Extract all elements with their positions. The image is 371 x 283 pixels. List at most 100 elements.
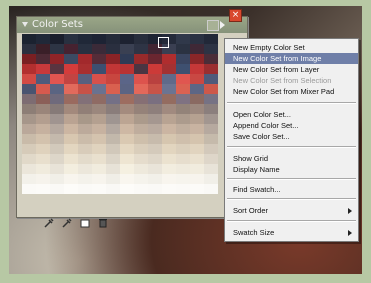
color-swatch[interactable] bbox=[92, 154, 106, 164]
color-swatch[interactable] bbox=[106, 104, 120, 114]
color-swatch[interactable] bbox=[22, 84, 36, 94]
color-swatch[interactable] bbox=[176, 164, 190, 174]
color-swatch[interactable] bbox=[92, 144, 106, 154]
color-swatch[interactable] bbox=[64, 124, 78, 134]
color-swatch[interactable] bbox=[64, 164, 78, 174]
color-swatch[interactable] bbox=[120, 94, 134, 104]
color-swatch[interactable] bbox=[50, 184, 64, 194]
color-swatch[interactable] bbox=[106, 54, 120, 64]
color-swatch[interactable] bbox=[78, 164, 92, 174]
color-swatch[interactable] bbox=[162, 174, 176, 184]
color-swatch[interactable] bbox=[162, 64, 176, 74]
color-swatch[interactable] bbox=[120, 34, 134, 44]
color-swatch[interactable] bbox=[148, 184, 162, 194]
color-swatch[interactable] bbox=[92, 54, 106, 64]
color-swatch[interactable] bbox=[22, 44, 36, 54]
color-swatch[interactable] bbox=[190, 154, 204, 164]
color-swatch[interactable] bbox=[120, 124, 134, 134]
color-swatch[interactable] bbox=[162, 164, 176, 174]
color-swatch[interactable] bbox=[22, 54, 36, 64]
color-swatch[interactable] bbox=[36, 114, 50, 124]
color-swatch[interactable] bbox=[134, 154, 148, 164]
color-swatch[interactable] bbox=[148, 84, 162, 94]
color-swatch-grid[interactable] bbox=[22, 34, 218, 194]
color-swatch[interactable] bbox=[78, 184, 92, 194]
color-swatch[interactable] bbox=[22, 184, 36, 194]
color-swatch[interactable] bbox=[50, 104, 64, 114]
color-swatch[interactable] bbox=[22, 74, 36, 84]
menu-item-new-empty-color-set[interactable]: New Empty Color Set bbox=[225, 42, 358, 53]
close-button[interactable]: × bbox=[229, 9, 242, 22]
color-swatch[interactable] bbox=[176, 154, 190, 164]
color-swatch[interactable] bbox=[78, 104, 92, 114]
color-swatch[interactable] bbox=[134, 184, 148, 194]
color-swatch[interactable] bbox=[204, 134, 218, 144]
color-swatch[interactable] bbox=[190, 184, 204, 194]
panel-title-bar[interactable]: Color Sets bbox=[17, 17, 247, 33]
color-swatch[interactable] bbox=[148, 94, 162, 104]
color-swatch[interactable] bbox=[78, 44, 92, 54]
eyedropper-icon[interactable] bbox=[61, 217, 73, 229]
color-swatch[interactable] bbox=[190, 164, 204, 174]
color-swatch[interactable] bbox=[50, 34, 64, 44]
color-swatch[interactable] bbox=[36, 64, 50, 74]
color-swatch[interactable] bbox=[64, 34, 78, 44]
color-swatch[interactable] bbox=[22, 34, 36, 44]
color-swatch[interactable] bbox=[204, 154, 218, 164]
color-swatch[interactable] bbox=[64, 154, 78, 164]
color-swatch[interactable] bbox=[50, 84, 64, 94]
color-swatch[interactable] bbox=[78, 134, 92, 144]
color-swatch[interactable] bbox=[36, 134, 50, 144]
color-swatch[interactable] bbox=[134, 124, 148, 134]
new-swatch-icon[interactable] bbox=[79, 217, 91, 229]
color-swatch[interactable] bbox=[36, 164, 50, 174]
color-swatch[interactable] bbox=[78, 94, 92, 104]
color-swatch[interactable] bbox=[204, 44, 218, 54]
color-swatch[interactable] bbox=[92, 124, 106, 134]
color-swatch[interactable] bbox=[78, 124, 92, 134]
color-swatch[interactable] bbox=[162, 154, 176, 164]
color-swatch[interactable] bbox=[134, 134, 148, 144]
color-swatch[interactable] bbox=[22, 94, 36, 104]
color-swatch[interactable] bbox=[106, 64, 120, 74]
color-swatch[interactable] bbox=[106, 114, 120, 124]
color-swatch[interactable] bbox=[176, 34, 190, 44]
color-swatch[interactable] bbox=[148, 144, 162, 154]
color-swatch[interactable] bbox=[204, 104, 218, 114]
color-swatch[interactable] bbox=[148, 54, 162, 64]
color-swatch[interactable] bbox=[176, 84, 190, 94]
color-swatch[interactable] bbox=[134, 114, 148, 124]
color-swatch[interactable] bbox=[106, 44, 120, 54]
color-swatch[interactable] bbox=[190, 124, 204, 134]
color-swatch[interactable] bbox=[36, 84, 50, 94]
color-swatch[interactable] bbox=[134, 164, 148, 174]
color-swatch[interactable] bbox=[120, 54, 134, 64]
color-swatch[interactable] bbox=[36, 54, 50, 64]
color-swatch[interactable] bbox=[148, 124, 162, 134]
color-swatch[interactable] bbox=[50, 64, 64, 74]
color-swatch[interactable] bbox=[106, 164, 120, 174]
color-swatch[interactable] bbox=[134, 54, 148, 64]
color-swatch[interactable] bbox=[120, 154, 134, 164]
color-swatch[interactable] bbox=[36, 154, 50, 164]
color-swatch[interactable] bbox=[120, 174, 134, 184]
color-swatch[interactable] bbox=[176, 134, 190, 144]
color-swatch[interactable] bbox=[106, 84, 120, 94]
color-swatch[interactable] bbox=[50, 174, 64, 184]
color-swatch[interactable] bbox=[162, 74, 176, 84]
color-swatch[interactable] bbox=[120, 164, 134, 174]
color-swatch[interactable] bbox=[36, 94, 50, 104]
color-swatch[interactable] bbox=[106, 94, 120, 104]
color-swatch[interactable] bbox=[134, 104, 148, 114]
color-swatch[interactable] bbox=[162, 114, 176, 124]
color-swatch[interactable] bbox=[176, 74, 190, 84]
menu-item-save-color-set[interactable]: Save Color Set... bbox=[225, 131, 358, 142]
color-swatch[interactable] bbox=[92, 44, 106, 54]
color-swatch[interactable] bbox=[190, 134, 204, 144]
color-swatch[interactable] bbox=[148, 154, 162, 164]
color-swatch[interactable] bbox=[204, 94, 218, 104]
color-swatch[interactable] bbox=[50, 74, 64, 84]
color-swatch[interactable] bbox=[106, 184, 120, 194]
color-swatch[interactable] bbox=[134, 84, 148, 94]
color-swatch[interactable] bbox=[36, 184, 50, 194]
